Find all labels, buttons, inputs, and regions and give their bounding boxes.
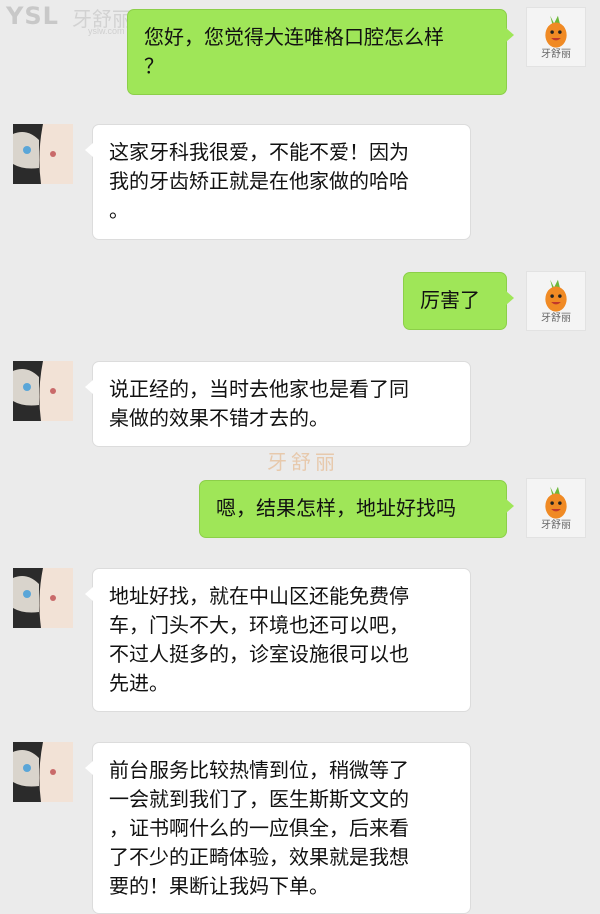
message-line: 。 [109, 198, 129, 222]
center-watermark-text: 牙舒丽 [267, 450, 339, 474]
message-line: 先进。 [109, 671, 169, 695]
message-line: 说正经的，当时去他家也是看了同 [109, 377, 409, 401]
message-line: 嗯，结果怎样，地址好找吗 [216, 496, 456, 520]
message-bubble-incoming[interactable]: 这家牙科我很爱，不能不爱！因为 我的牙齿矫正就是在他家做的哈哈 。 [85, 124, 471, 240]
friend-avatar[interactable] [13, 361, 73, 421]
anime-avatar-icon [13, 361, 73, 421]
message-line: 厉害了 [420, 288, 480, 312]
message-bubble-incoming[interactable]: 说正经的，当时去他家也是看了同 桌做的效果不错才去的。 [85, 361, 471, 447]
message-line: ，证书啊什么的一应俱全，后来看 [109, 816, 409, 840]
friend-avatar[interactable] [13, 742, 73, 802]
avatar-caption: 牙舒丽 [541, 49, 571, 60]
message-bubble-outgoing[interactable]: 您好，您觉得大连唯格口腔怎么样 ？ [127, 9, 514, 95]
message-bubble-outgoing[interactable]: 嗯，结果怎样，地址好找吗 [199, 480, 514, 538]
watermark-url: yslw.com [88, 26, 125, 36]
message-line: 我的牙齿矫正就是在他家做的哈哈 [109, 169, 409, 193]
message-line: 前台服务比较热情到位，稍微等了 [109, 758, 409, 782]
message-line: 不过人挺多的，诊室设施很可以也 [109, 642, 409, 666]
anime-avatar-icon [13, 124, 73, 184]
avatar-caption: 牙舒丽 [541, 520, 571, 531]
message-bubble-incoming[interactable]: 地址好找，就在中山区还能免费停 车，门头不大，环境也还可以吧， 不过人挺多的，诊… [85, 568, 471, 712]
my-avatar[interactable]: 牙舒丽 [526, 271, 586, 331]
message-line: 桌做的效果不错才去的。 [109, 406, 329, 430]
anime-avatar-icon [13, 568, 73, 628]
message-line: 要的！果断让我妈下单。 [109, 874, 329, 898]
my-avatar[interactable]: 牙舒丽 [526, 7, 586, 67]
avatar-caption: 牙舒丽 [541, 313, 571, 324]
message-line: 这家牙科我很爱，不能不爱！因为 [109, 140, 409, 164]
anime-avatar-icon [13, 742, 73, 802]
friend-avatar[interactable] [13, 568, 73, 628]
message-bubble-outgoing[interactable]: 厉害了 [403, 272, 514, 330]
message-line: 了不少的正畸体验，效果就是我想 [109, 845, 409, 869]
message-bubble-incoming[interactable]: 前台服务比较热情到位，稍微等了 一会就到我们了，医生斯斯文文的 ，证书啊什么的一… [85, 742, 471, 914]
friend-avatar[interactable] [13, 124, 73, 184]
message-line: 地址好找，就在中山区还能免费停 [109, 584, 409, 608]
message-line: 一会就到我们了，医生斯斯文文的 [109, 787, 409, 811]
message-line: ？ [144, 54, 164, 78]
watermark-brand-latin: YSL [6, 2, 59, 30]
message-line: 您好，您觉得大连唯格口腔怎么样 [144, 25, 444, 49]
watermark-logo: YSL 牙舒丽 yslw.com [6, 2, 136, 36]
message-line: 车，门头不大，环境也还可以吧， [109, 613, 409, 637]
my-avatar[interactable]: 牙舒丽 [526, 478, 586, 538]
